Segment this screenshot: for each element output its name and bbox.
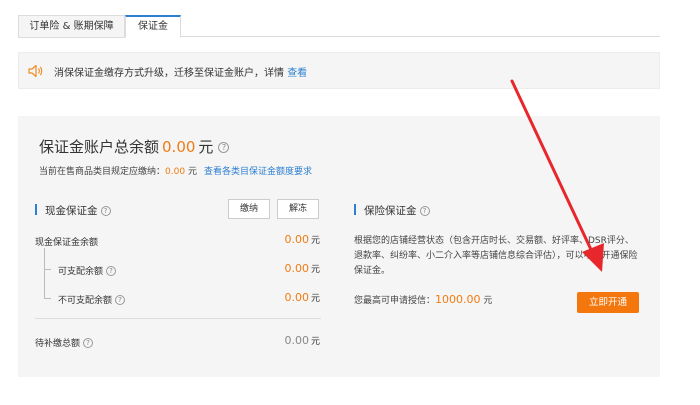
tree-branch bbox=[44, 298, 51, 299]
notice-bar: 消保保证金缴存方式升级，迁移至保证金账户，详情 查看 bbox=[18, 52, 660, 89]
available-balance-amount: 0.00 bbox=[284, 262, 309, 275]
pending-total-label-row: 待补缴总额? bbox=[35, 336, 94, 349]
section-marker bbox=[354, 204, 356, 215]
credit-row: 您最高可申请授信：1000.00 元 bbox=[354, 293, 492, 306]
insurance-deposit-heading: 保险保证金? bbox=[354, 203, 430, 218]
notice-view-link[interactable]: 查看 bbox=[287, 68, 307, 79]
available-balance-value: 0.00 元 bbox=[284, 262, 320, 275]
tab-bar: 订单险 & 账期保障 保证金 bbox=[18, 15, 660, 38]
deposit-panel: 保证金账户总余额 0.00 元? 当前在售商品类目规定应缴纳：0.00 元查看各类目… bbox=[18, 116, 660, 377]
required-deposit-unit: 元 bbox=[187, 167, 197, 177]
help-icon[interactable]: ? bbox=[115, 295, 126, 305]
available-balance-label: 可支配余额 bbox=[58, 267, 104, 277]
unavailable-balance-value: 0.00 元 bbox=[284, 291, 320, 304]
pending-total-unit: 元 bbox=[310, 337, 320, 347]
pending-total-amount: 0.00 bbox=[284, 334, 309, 347]
help-icon[interactable]: ? bbox=[100, 206, 111, 216]
pending-total-label: 待补缴总额 bbox=[35, 339, 81, 349]
account-total-unit: 元 bbox=[198, 138, 214, 156]
category-requirement-link[interactable]: 查看各类目保证金额度要求 bbox=[204, 167, 312, 177]
credit-unit: 元 bbox=[483, 296, 493, 306]
notice-message: 消保保证金缴存方式升级，迁移至保证金账户，详情 查看 bbox=[54, 64, 307, 79]
notice-text: 消保保证金缴存方式升级，迁移至保证金账户，详情 bbox=[54, 68, 288, 79]
pending-total-value: 0.00 元 bbox=[284, 334, 320, 347]
cash-balance-label: 现金保证金余额 bbox=[35, 238, 99, 248]
release-button[interactable]: 解冻 bbox=[277, 199, 319, 219]
help-icon[interactable]: ? bbox=[106, 266, 117, 276]
insurance-description: 根据您的店铺经营状态（包含开店时长、交易额、好评率、DSR评分、退款率、纠纷率、… bbox=[354, 236, 638, 276]
required-deposit-row: 当前在售商品类目规定应缴纳：0.00 元查看各类目保证金额度要求 bbox=[39, 164, 312, 177]
tab-deposit[interactable]: 保证金 bbox=[125, 15, 181, 38]
cash-balance-amount: 0.00 bbox=[284, 233, 309, 246]
account-title: 保证金账户总余额 bbox=[39, 138, 160, 156]
credit-label: 您最高可申请授信： bbox=[354, 296, 436, 306]
cash-balance-value: 0.00 元 bbox=[284, 233, 320, 246]
unavailable-balance-amount: 0.00 bbox=[284, 291, 309, 304]
available-balance-label-row: 可支配余额? bbox=[58, 264, 117, 277]
help-icon[interactable]: ? bbox=[83, 338, 94, 348]
pay-button[interactable]: 缴纳 bbox=[228, 199, 270, 219]
unavailable-balance-unit: 元 bbox=[310, 294, 320, 304]
account-total-amount: 0.00 bbox=[162, 138, 196, 156]
tree-branch bbox=[44, 269, 51, 270]
required-deposit-amount: 0.00 bbox=[165, 167, 186, 177]
required-deposit-label: 当前在售商品类目规定应缴纳： bbox=[39, 167, 166, 177]
speaker-icon bbox=[28, 64, 43, 78]
account-title-row: 保证金账户总余额 0.00 元? bbox=[39, 136, 230, 157]
unavailable-balance-label: 不可支配余额 bbox=[58, 296, 113, 306]
section-marker bbox=[35, 204, 37, 215]
help-icon[interactable]: ? bbox=[419, 206, 430, 216]
available-balance-unit: 元 bbox=[310, 265, 320, 275]
cash-deposit-heading: 现金保证金? bbox=[35, 203, 111, 218]
cash-balance-unit: 元 bbox=[310, 236, 320, 246]
insurance-deposit-title: 保险保证金 bbox=[364, 205, 417, 217]
tree-connector bbox=[44, 248, 45, 299]
cash-deposit-title: 现金保证金 bbox=[45, 205, 98, 217]
open-now-button[interactable]: 立即开通 bbox=[577, 292, 639, 313]
divider bbox=[35, 318, 321, 319]
unavailable-balance-label-row: 不可支配余额? bbox=[58, 293, 126, 306]
help-icon[interactable]: ? bbox=[218, 142, 230, 153]
credit-amount: 1000.00 bbox=[435, 293, 481, 306]
tab-order-insurance[interactable]: 订单险 & 账期保障 bbox=[18, 15, 125, 38]
